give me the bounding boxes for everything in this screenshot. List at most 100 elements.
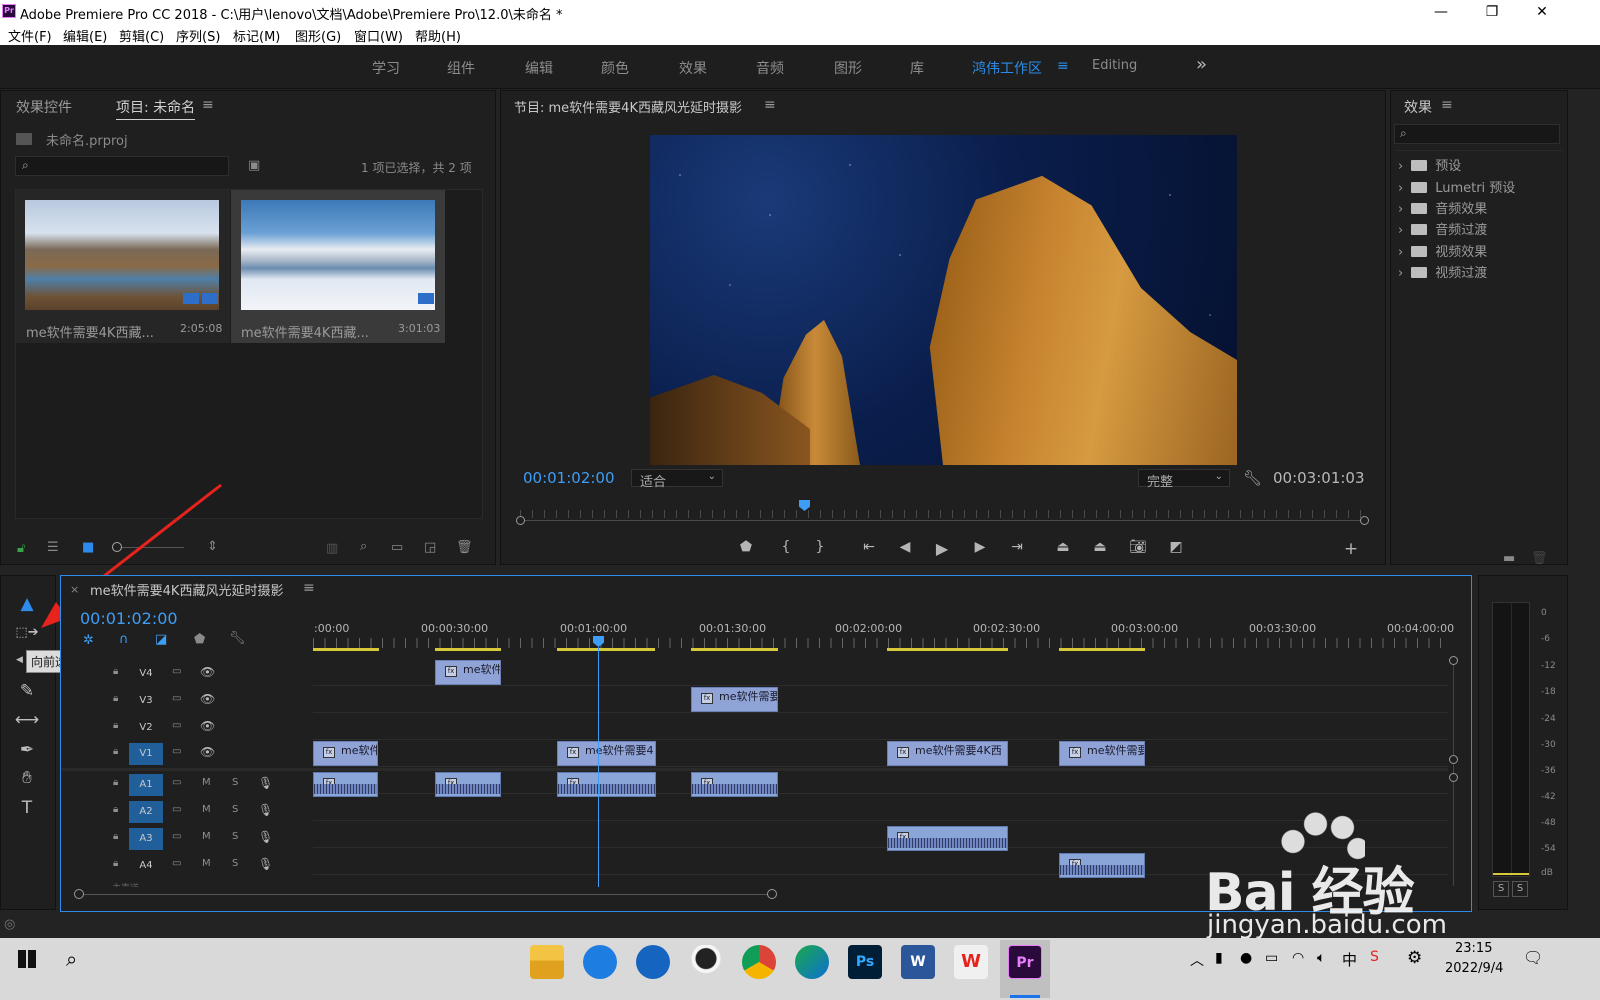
notification-icon[interactable]: 🗨︎ <box>1523 948 1543 967</box>
usb-icon[interactable]: ▮ <box>1215 950 1223 966</box>
razor-tool-icon[interactable]: ✎ <box>14 679 40 703</box>
photoshop-icon[interactable]: Ps <box>848 945 882 979</box>
scroll-handle[interactable] <box>1449 773 1458 782</box>
qq-icon[interactable] <box>689 945 723 979</box>
menu-help[interactable]: 帮助(H) <box>415 26 461 45</box>
new-item-icon[interactable]: ◲ <box>424 540 436 555</box>
project-panel-menu-icon[interactable]: ≡ <box>202 97 214 113</box>
track-name[interactable]: V4 <box>129 663 163 685</box>
effects-item-audio-effects[interactable]: › 音频效果 <box>1398 198 1487 217</box>
effects-item-video-transitions[interactable]: › 视频过渡 <box>1398 262 1487 281</box>
lock-icon[interactable]: 🔒︎ <box>113 666 118 677</box>
taskbar-time[interactable]: 23:15 <box>1455 941 1492 956</box>
ripple-tool-icon[interactable]: ◀ <box>16 655 23 665</box>
track-name-target[interactable]: V1 <box>129 743 163 765</box>
word-icon[interactable]: W <box>901 945 935 979</box>
add-marker-icon[interactable]: ⬟ <box>736 539 756 555</box>
restore-button[interactable]: ❐ <box>1477 2 1507 22</box>
tab-effect-controls[interactable]: 效果控件 <box>16 97 72 117</box>
battery-icon[interactable]: ▭ <box>1265 950 1278 966</box>
chrome-icon[interactable] <box>742 945 776 979</box>
track-name-target[interactable]: A2 <box>129 801 163 823</box>
microphone-icon[interactable]: 🎙︎ <box>258 803 273 817</box>
audio-clip[interactable]: fx <box>887 826 1008 851</box>
go-to-out-icon[interactable]: ⇥ <box>1007 539 1027 555</box>
settings-gear-icon[interactable]: ⚙︎ <box>1407 948 1422 968</box>
automate-icon[interactable]: ▥ <box>326 541 338 556</box>
step-forward-icon[interactable]: ▶︎ <box>970 539 990 555</box>
effects-item-video-effects[interactable]: › 视频效果 <box>1398 241 1487 260</box>
mark-out-icon[interactable]: } <box>810 539 830 555</box>
horizontal-scrollbar[interactable] <box>78 894 773 895</box>
monitor-zoom-handle-right[interactable] <box>1360 516 1369 525</box>
effects-item-presets[interactable]: › 预设 <box>1398 155 1461 174</box>
video-clip[interactable]: fx me软件需要4 <box>557 741 656 766</box>
quality-select[interactable]: 完整 ⌄ <box>1138 469 1230 490</box>
audio-clip[interactable]: fx <box>1059 853 1145 878</box>
lock-icon[interactable]: 🔒︎ <box>113 720 118 731</box>
audio-clip[interactable]: fx <box>435 772 501 797</box>
trash-icon[interactable]: 🗑︎ <box>1531 551 1548 566</box>
taskbar-date[interactable]: 2022/9/4 <box>1445 961 1503 976</box>
track-name[interactable]: V2 <box>129 717 163 739</box>
toggle-sync-icon[interactable]: ▭ <box>172 693 181 704</box>
tab-project[interactable]: 项目: 未命名 <box>116 97 196 120</box>
menu-graphics[interactable]: 图形(G) <box>295 26 341 45</box>
workspace-assembly[interactable]: 组件 <box>447 58 475 78</box>
new-bin-icon[interactable]: ▬ <box>1503 551 1515 566</box>
project-item-1[interactable]: me软件需要4K西藏... 2:05:08 <box>16 190 230 343</box>
lock-icon[interactable]: 🔒︎ <box>113 777 118 788</box>
effects-item-lumetri[interactable]: › Lumetri 预设 <box>1398 177 1515 196</box>
step-back-icon[interactable]: ◀︎ <box>895 539 915 555</box>
workspace-audio[interactable]: 音频 <box>756 58 784 78</box>
edge-icon[interactable] <box>795 945 829 979</box>
toggle-sync-icon[interactable]: ▭ <box>172 858 181 869</box>
meter-solo-left[interactable]: S <box>1493 881 1509 897</box>
extract-icon[interactable]: ⏏︎ <box>1090 539 1110 555</box>
premiere-icon[interactable]: Pr <box>1008 945 1042 979</box>
video-clip[interactable]: fx me软件 <box>435 660 501 685</box>
solo-button[interactable]: S <box>232 858 238 869</box>
button-editor-plus-icon[interactable]: + <box>1341 539 1361 559</box>
sogou-icon[interactable]: S <box>1370 949 1379 965</box>
timeline-settings-wrench-icon[interactable]: 🔧︎ <box>229 631 246 646</box>
video-clip[interactable]: fx me软件需要 <box>1059 741 1145 766</box>
toggle-sync-icon[interactable]: ▭ <box>172 804 181 815</box>
menu-marker[interactable]: 标记(M) <box>233 26 280 45</box>
minimize-button[interactable]: — <box>1426 2 1456 22</box>
taskbar-search-icon[interactable]: ⌕ <box>66 947 77 971</box>
workspace-graphics[interactable]: 图形 <box>834 58 862 78</box>
menu-clip[interactable]: 剪辑(C) <box>119 26 164 45</box>
volume-icon[interactable]: 🔈︎ <box>1317 950 1325 966</box>
workspace-overflow-icon[interactable]: » <box>1196 54 1207 75</box>
lock-icon[interactable]: 🔒︎ <box>113 831 118 842</box>
toggle-sync-icon[interactable]: ▭ <box>172 746 181 757</box>
lock-icon[interactable]: 🔒︎ <box>113 746 118 757</box>
close-sequence-icon[interactable]: × <box>70 583 79 596</box>
menu-window[interactable]: 窗口(W) <box>354 26 403 45</box>
hand-tool-icon[interactable]: ✋︎ <box>14 766 40 790</box>
sequence-menu-icon[interactable]: ≡ <box>303 580 315 596</box>
track-name-target[interactable]: A1 <box>129 774 163 796</box>
find-icon[interactable]: ⌕ <box>360 539 367 554</box>
program-current-time[interactable]: 00:01:02:00 <box>523 469 615 487</box>
edge-legacy-icon[interactable] <box>583 945 617 979</box>
slip-tool-icon[interactable]: ⟷ <box>14 708 40 732</box>
workspace-color[interactable]: 颜色 <box>601 58 629 78</box>
microphone-icon[interactable]: 🎙︎ <box>258 857 273 871</box>
effects-item-audio-transitions[interactable]: › 音频过渡 <box>1398 219 1487 238</box>
lock-icon[interactable]: 🔒︎ <box>113 858 118 869</box>
toggle-sync-icon[interactable]: ▭ <box>172 666 181 677</box>
menu-sequence[interactable]: 序列(S) <box>176 26 220 45</box>
audio-clip[interactable]: fx <box>313 772 378 797</box>
monitor-scrub-bar[interactable] <box>520 520 1366 521</box>
nest-icon[interactable]: ✲ <box>83 633 94 648</box>
lift-icon[interactable]: ⏏︎ <box>1053 539 1073 555</box>
toggle-sync-icon[interactable]: ▭ <box>172 831 181 842</box>
linked-selection-icon[interactable]: ◪ <box>155 632 167 647</box>
solo-button[interactable]: S <box>232 831 238 842</box>
browser-icon[interactable] <box>636 945 670 979</box>
effects-panel-title[interactable]: 效果 <box>1404 97 1432 117</box>
timeline-current-time[interactable]: 00:01:02:00 <box>80 609 178 628</box>
mute-button[interactable]: M <box>202 831 211 842</box>
